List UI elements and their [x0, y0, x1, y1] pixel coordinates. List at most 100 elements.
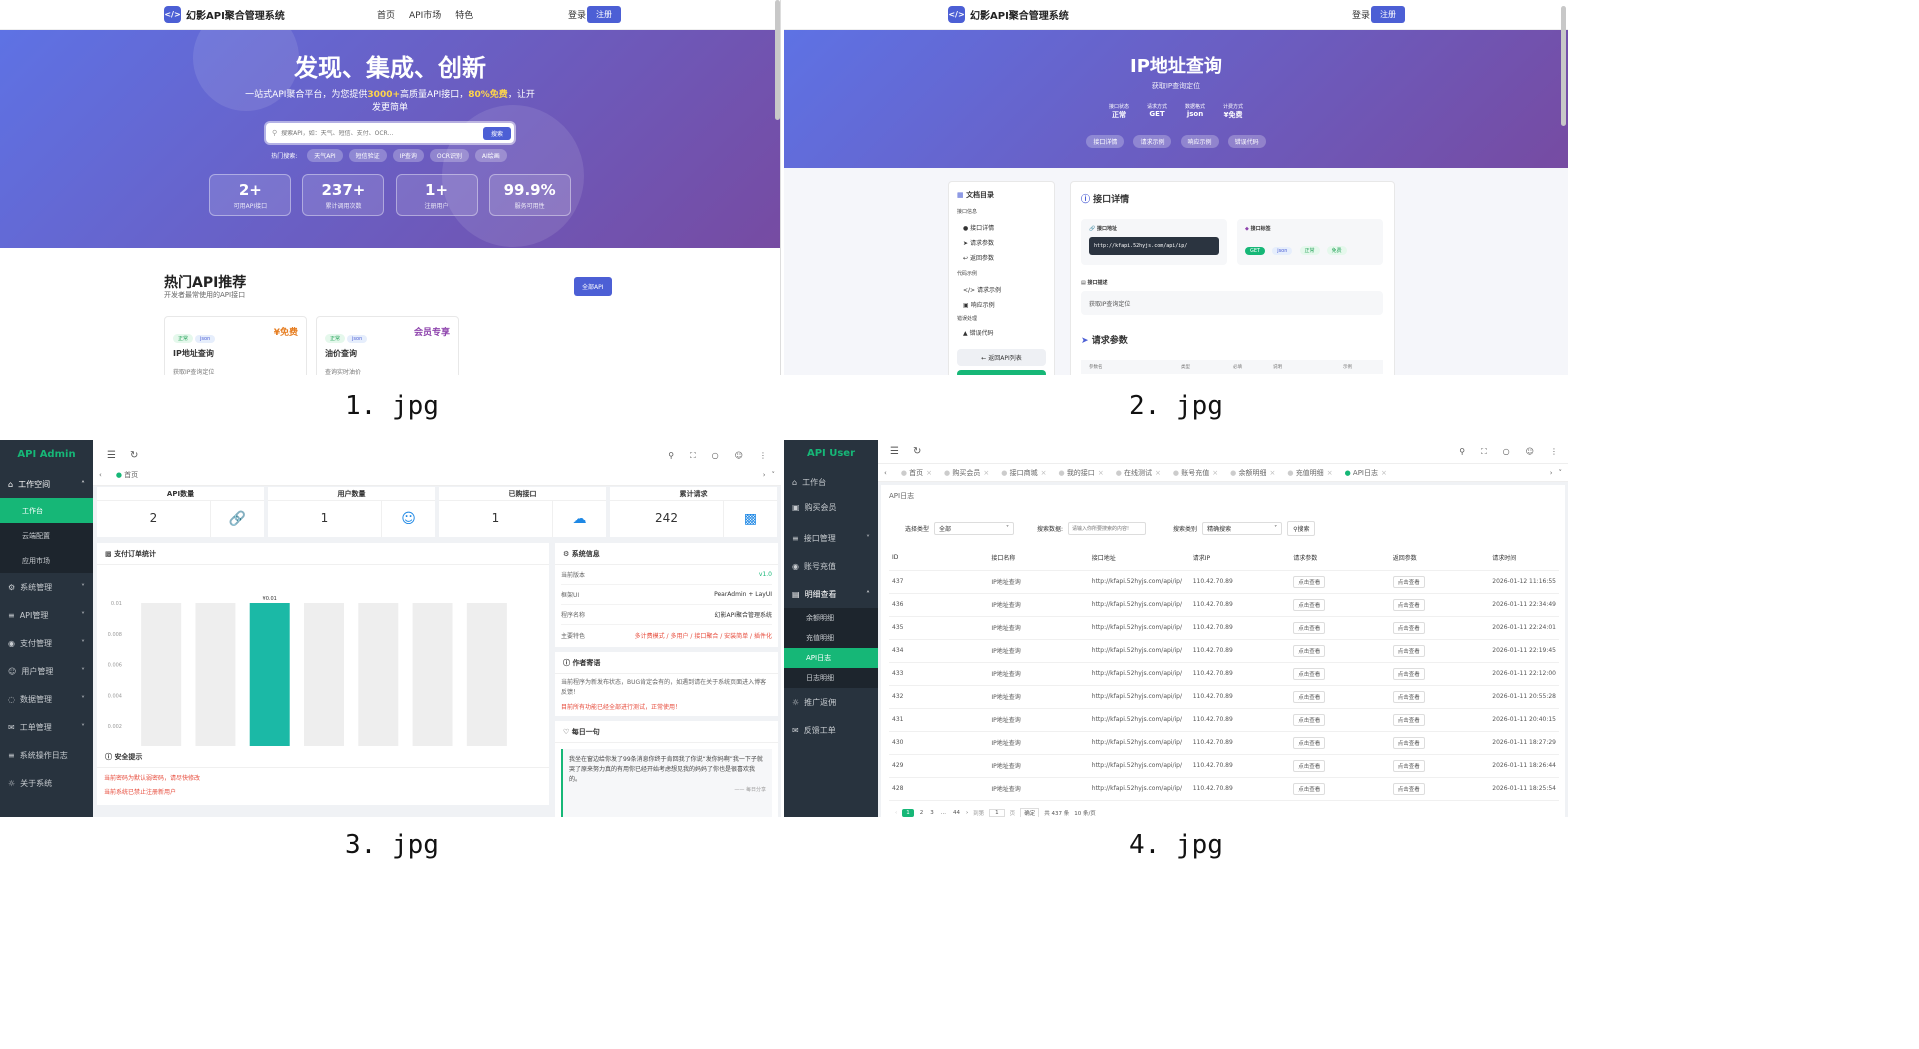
page-number[interactable]: 44: [952, 809, 961, 817]
view-button[interactable]: 点击查看: [1293, 782, 1326, 795]
tab-item[interactable]: ● 购买会员 ×: [944, 468, 989, 478]
search-button[interactable]: 搜索: [482, 126, 511, 140]
view-button[interactable]: 点击查看: [1392, 598, 1425, 611]
view-button[interactable]: 点击查看: [1392, 621, 1425, 634]
tab-menu-icon[interactable]: ˅: [1559, 469, 1563, 477]
menu-recharge[interactable]: ◉ 账号充值: [784, 552, 878, 580]
hot-tag[interactable]: IP查询: [392, 149, 424, 162]
toc-item[interactable]: </> 请求示例: [957, 282, 1046, 297]
search-icon[interactable]: ⚲: [1459, 447, 1465, 457]
all-api-button[interactable]: 全部API: [574, 277, 612, 296]
category-select[interactable]: 精确搜索 ˅: [1202, 522, 1283, 535]
toc-item[interactable]: ↩ 返回参数: [957, 250, 1046, 265]
tab-home[interactable]: ● 首页: [116, 470, 138, 480]
close-icon[interactable]: ×: [1269, 469, 1275, 477]
register-button[interactable]: 注册: [1371, 6, 1405, 23]
nav-features[interactable]: 特色: [455, 8, 473, 21]
page-number[interactable]: 1: [902, 808, 914, 817]
close-icon[interactable]: ×: [1041, 469, 1047, 477]
tab-prev-icon[interactable]: ‹: [99, 471, 102, 479]
scrollbar[interactable]: [1561, 6, 1566, 126]
menu-membership[interactable]: ▣ 购买会员: [784, 491, 878, 524]
menu-dashboard[interactable]: 工作台: [0, 498, 93, 523]
nav-market[interactable]: API市场: [409, 8, 441, 21]
hot-tag[interactable]: 短信验证: [348, 149, 387, 162]
menu-toggle-icon[interactable]: ☰: [890, 446, 899, 457]
avatar-icon[interactable]: ☺: [1526, 447, 1534, 457]
tab-item[interactable]: ● 首页 ×: [901, 468, 932, 478]
nav-home[interactable]: 首页: [377, 8, 395, 21]
view-button[interactable]: 点击查看: [1392, 575, 1425, 588]
type-select[interactable]: 全部 ˅: [934, 522, 1015, 535]
login-link[interactable]: 登录: [1352, 8, 1370, 21]
toc-item[interactable]: ▣ 响应示例: [957, 297, 1046, 312]
fullscreen-icon[interactable]: ⛶: [690, 451, 696, 461]
tab-item[interactable]: ● 接口商城 ×: [1001, 468, 1046, 478]
view-button[interactable]: 点击查看: [1293, 621, 1326, 634]
menu-app-market[interactable]: 应用市场: [0, 548, 93, 573]
back-button[interactable]: ← 返回API列表: [957, 349, 1046, 366]
action-button[interactable]: [957, 370, 1046, 375]
menu-api[interactable]: ≡ API管理 ˅: [0, 601, 93, 629]
more-icon[interactable]: ⋮: [1550, 447, 1558, 457]
view-button[interactable]: 点击查看: [1392, 759, 1425, 772]
menu-balance-detail[interactable]: 余额明细: [784, 608, 878, 628]
hot-tag[interactable]: AI绘画: [474, 149, 507, 162]
menu-about[interactable]: ☼ 关于系统: [0, 769, 93, 797]
search-data-input[interactable]: [1068, 522, 1147, 535]
tab-item[interactable]: ● API日志 ×: [1345, 468, 1387, 478]
tab-menu-icon[interactable]: ˅: [772, 471, 776, 479]
bell-icon[interactable]: ○: [1503, 447, 1510, 457]
menu-feedback[interactable]: ✉ 反馈工单: [784, 716, 878, 744]
tab-next-icon[interactable]: ›: [1550, 469, 1553, 477]
close-icon[interactable]: ×: [1327, 469, 1333, 477]
fullscreen-icon[interactable]: ⛶: [1481, 447, 1487, 457]
pill-request[interactable]: 请求示例: [1133, 135, 1172, 148]
menu-api-log[interactable]: API日志: [784, 648, 878, 668]
tab-item[interactable]: ● 账号充值 ×: [1173, 468, 1218, 478]
close-icon[interactable]: ×: [1098, 469, 1104, 477]
api-card[interactable]: 正常 json ¥免费 IP地址查询 获取IP查询定位: [164, 316, 307, 375]
toc-item[interactable]: ▲ 错误代码: [957, 325, 1046, 340]
view-button[interactable]: 点击查看: [1293, 598, 1326, 611]
menu-data[interactable]: ◌ 数据管理 ˅: [0, 685, 93, 713]
view-button[interactable]: 点击查看: [1392, 644, 1425, 657]
register-button[interactable]: 注册: [587, 6, 621, 23]
hot-tag[interactable]: 天气API: [307, 149, 343, 162]
search-button[interactable]: ⚲搜索: [1287, 521, 1316, 536]
site-logo[interactable]: </> 幻影API聚合管理系统: [948, 6, 1069, 23]
close-icon[interactable]: ×: [1381, 469, 1387, 477]
view-button[interactable]: 点击查看: [1392, 667, 1425, 680]
menu-tickets[interactable]: ✉ 工单管理 ˅: [0, 713, 93, 741]
tab-item[interactable]: ● 在线测试 ×: [1116, 468, 1161, 478]
view-button[interactable]: 点击查看: [1293, 736, 1326, 749]
hot-tag[interactable]: OCR识别: [429, 149, 469, 162]
view-button[interactable]: 点击查看: [1293, 575, 1326, 588]
view-button[interactable]: 点击查看: [1392, 690, 1425, 703]
page-number[interactable]: 2: [919, 809, 925, 817]
page-number[interactable]: ...: [940, 809, 947, 817]
page-size-select[interactable]: 10 条/页: [1074, 809, 1096, 817]
bell-icon[interactable]: ○: [712, 451, 719, 461]
menu-logs[interactable]: ≡ 系统操作日志: [0, 741, 93, 769]
search-icon[interactable]: ⚲: [668, 451, 674, 461]
page-next-icon[interactable]: ›: [966, 810, 968, 816]
login-link[interactable]: 登录: [568, 8, 586, 21]
view-button[interactable]: 点击查看: [1392, 713, 1425, 726]
view-button[interactable]: 点击查看: [1293, 759, 1326, 772]
toc-item[interactable]: ● 接口详情: [957, 220, 1046, 235]
scrollbar[interactable]: [775, 0, 780, 120]
refresh-icon[interactable]: ↻: [130, 450, 138, 461]
page-prev-icon[interactable]: ‹: [895, 810, 897, 816]
view-button[interactable]: 点击查看: [1293, 667, 1326, 680]
menu-cloud-config[interactable]: 云端配置: [0, 523, 93, 548]
tab-item[interactable]: ● 充值明细 ×: [1287, 468, 1332, 478]
api-card[interactable]: 正常 json 会员专享 油价查询 查询实时油价: [316, 316, 459, 375]
menu-api-mgmt[interactable]: ≡ 接口管理 ˅: [784, 524, 878, 552]
tab-item[interactable]: ● 我的接口 ×: [1058, 468, 1103, 478]
close-icon[interactable]: ×: [1212, 469, 1218, 477]
bar[interactable]: [249, 603, 290, 757]
site-logo[interactable]: </> 幻影API聚合管理系统: [164, 6, 285, 23]
search-input[interactable]: [281, 129, 483, 137]
page-input[interactable]: 1: [989, 808, 1005, 817]
